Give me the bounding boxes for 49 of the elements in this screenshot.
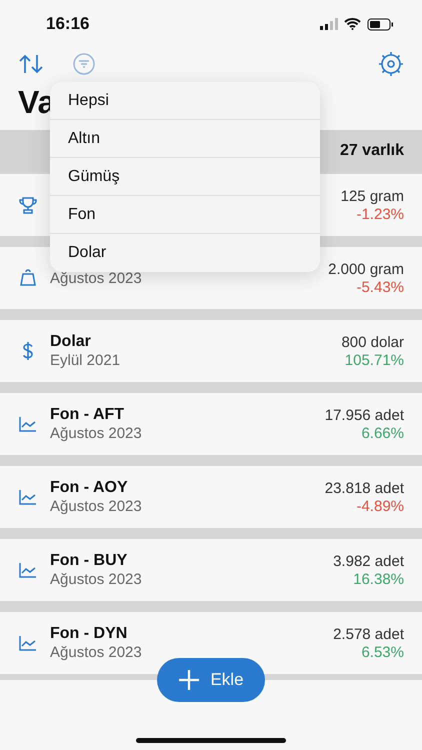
add-button[interactable]: Ekle xyxy=(157,658,265,702)
change-percent: -4.89% xyxy=(356,498,404,514)
asset-row[interactable]: Fon - BUY Ağustos 2023 3.982 adet 16.38% xyxy=(0,539,422,601)
asset-amount: 800 dolar xyxy=(341,334,404,350)
asset-date: Eylül 2021 xyxy=(50,352,120,369)
change-percent: 6.66% xyxy=(361,424,404,442)
menu-item[interactable]: Altın xyxy=(50,120,320,158)
plus-icon xyxy=(178,669,200,691)
asset-name: Fon - BUY xyxy=(50,552,128,570)
line-chart-icon xyxy=(18,487,38,507)
asset-amount: 17.956 adet xyxy=(324,406,404,424)
asset-row[interactable]: Fon - AFT Ağustos 2023 17.956 adet 6.66% xyxy=(0,393,422,455)
asset-date: Ağustos 2023 xyxy=(50,425,142,442)
menu-item[interactable]: Gümüş xyxy=(50,158,320,196)
wifi-icon xyxy=(344,18,361,30)
asset-row[interactable]: Fon - AOY Ağustos 2023 23.818 adet -4.89% xyxy=(0,466,422,528)
asset-row[interactable]: Fon - DYN Ağustos 2023 2.578 adet 6.53% xyxy=(0,612,422,674)
signal-icon xyxy=(320,18,338,30)
change-percent: -1.23% xyxy=(356,206,404,222)
change-percent: 16.38% xyxy=(353,570,404,588)
menu-item[interactable]: Hepsi xyxy=(50,82,320,120)
weight-icon xyxy=(18,268,38,288)
asset-name: Fon - AOY xyxy=(50,479,129,497)
sort-icon[interactable] xyxy=(18,53,44,75)
asset-name: Dolar xyxy=(50,333,92,351)
change-percent: -5.43% xyxy=(356,278,404,296)
asset-row[interactable]: Dolar Eylül 2021 800 dolar 105.71% xyxy=(0,320,422,382)
menu-item[interactable]: Fon xyxy=(50,196,320,234)
asset-amount: 23.818 adet xyxy=(324,480,404,496)
asset-name: Fon - DYN xyxy=(50,625,128,643)
line-chart-icon xyxy=(18,414,38,434)
asset-count: 27 varlık xyxy=(340,142,404,160)
asset-amount: 125 gram xyxy=(340,188,404,204)
asset-date: Ağustos 2023 xyxy=(50,498,142,515)
change-percent: 105.71% xyxy=(344,352,404,368)
trophy-icon xyxy=(18,195,38,215)
change-percent: 6.53% xyxy=(361,644,404,660)
asset-amount: 2.000 gram xyxy=(328,260,404,278)
status-time: 16:16 xyxy=(46,14,90,34)
asset-amount: 3.982 adet xyxy=(333,552,404,570)
battery-icon xyxy=(367,18,394,30)
line-chart-icon xyxy=(18,560,38,580)
asset-date: Ağustos 2023 xyxy=(50,571,142,588)
asset-amount: 2.578 adet xyxy=(333,626,404,642)
asset-name: Fon - AFT xyxy=(50,406,126,424)
line-chart-icon xyxy=(18,633,38,653)
asset-date: Ağustos 2023 xyxy=(50,644,142,661)
settings-icon[interactable] xyxy=(378,51,404,77)
asset-date: Ağustos 2023 xyxy=(50,270,142,286)
